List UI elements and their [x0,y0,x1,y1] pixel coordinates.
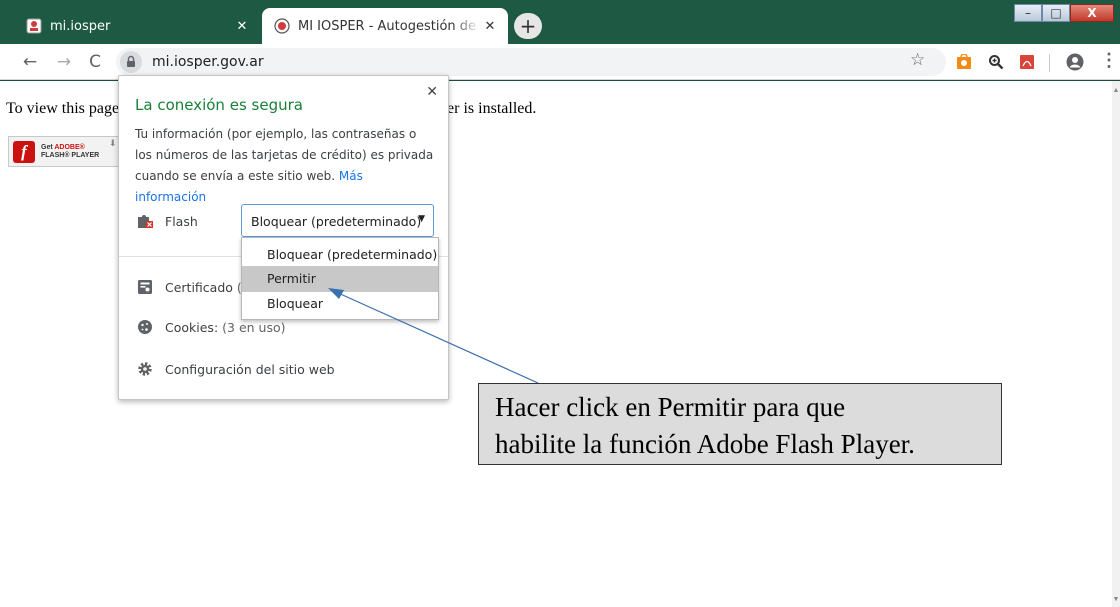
option-bloquear-predeterminado[interactable]: Bloquear (predeterminado) [242,242,438,268]
gear-icon [138,362,152,376]
flash-permission-value: Bloquear (predeterminado) [251,214,422,229]
back-button[interactable]: ← [18,50,42,74]
flash-logo-icon: f [13,141,35,163]
lock-icon [127,55,135,67]
popup-close-icon[interactable]: ✕ [426,84,438,100]
reload-button[interactable]: C [83,50,107,74]
forward-button[interactable]: → [52,50,76,74]
chevron-down-icon: ▼ [418,214,425,224]
window-controls: – □ X [1014,4,1114,22]
get-flash-player-badge[interactable]: f Get ADOBE® FLASH® PLAYER ⬇ [8,136,120,167]
plugin-puzzle-icon [138,215,153,228]
flash-message-start: To view this page [6,100,120,117]
scroll-down-icon[interactable]: ▼ [1112,596,1120,603]
flash-permission-label: Flash [165,214,198,229]
account-icon[interactable] [1066,53,1084,71]
shopping-extension-icon[interactable] [956,54,972,70]
option-permitir[interactable]: Permitir [242,266,438,292]
address-bar[interactable]: mi.iosper.gov.ar [116,48,946,76]
bookmark-star-icon[interactable]: ☆ [910,50,925,70]
site-info-button[interactable] [120,51,142,73]
tab-close-icon[interactable]: ✕ [480,19,500,34]
download-arrow-icon: ⬇ [109,138,117,148]
tab-close-icon[interactable]: ✕ [232,19,252,34]
browser-title-bar: mi.iosper ✕ MI IOSPER - Autogestión de t… [0,0,1120,44]
scroll-up-icon[interactable]: ▲ [1112,87,1120,94]
maximize-button[interactable]: □ [1042,4,1070,22]
connection-secure-title: La conexión es segura [135,96,303,114]
minimize-button[interactable]: – [1014,4,1042,22]
browser-menu-button[interactable]: ⋮ [1100,50,1118,71]
tab-title: MI IOSPER - Autogestión de trám [298,18,480,34]
toolbar-separator [1049,54,1050,72]
page-scrollbar[interactable]: ▲ ▼ [1112,81,1120,607]
new-tab-button[interactable]: + [514,13,542,39]
close-window-button[interactable]: X [1070,4,1114,22]
flash-badge-line1: Get ADOBE® [41,144,85,151]
cookies-row[interactable]: Cookies: (3 en uso) [165,320,286,335]
zoom-extension-icon[interactable] [988,54,1004,70]
callout-line-2: habilite la función Adobe Flash Player. [495,429,915,459]
cookie-icon [138,320,152,334]
tab-mi-iosper-autogestion[interactable]: MI IOSPER - Autogestión de trám ✕ [262,8,508,44]
site-settings-row[interactable]: Configuración del sitio web [165,362,335,377]
url-text[interactable]: mi.iosper.gov.ar [152,54,264,70]
connection-description: Tu información (por ejemplo, las contras… [135,127,434,204]
flash-permission-select[interactable]: Bloquear (predeterminado) ▼ [241,204,434,237]
option-bloquear[interactable]: Bloquear [242,291,438,317]
site-favicon-icon [274,18,290,34]
certificate-icon [138,280,152,294]
pdf-extension-icon[interactable] [1019,54,1035,70]
flash-badge-line2: FLASH® PLAYER [41,152,100,159]
tab-mi-iosper[interactable]: mi.iosper ✕ [14,8,260,44]
flash-permission-dropdown: Bloquear (predeterminado) Permitir Bloqu… [241,237,439,320]
callout-line-1: Hacer click en Permitir para que [495,392,846,422]
tab-title: mi.iosper [50,18,111,34]
site-favicon-icon [26,18,42,34]
instruction-callout: Hacer click en Permitir para que habilit… [478,383,1002,465]
